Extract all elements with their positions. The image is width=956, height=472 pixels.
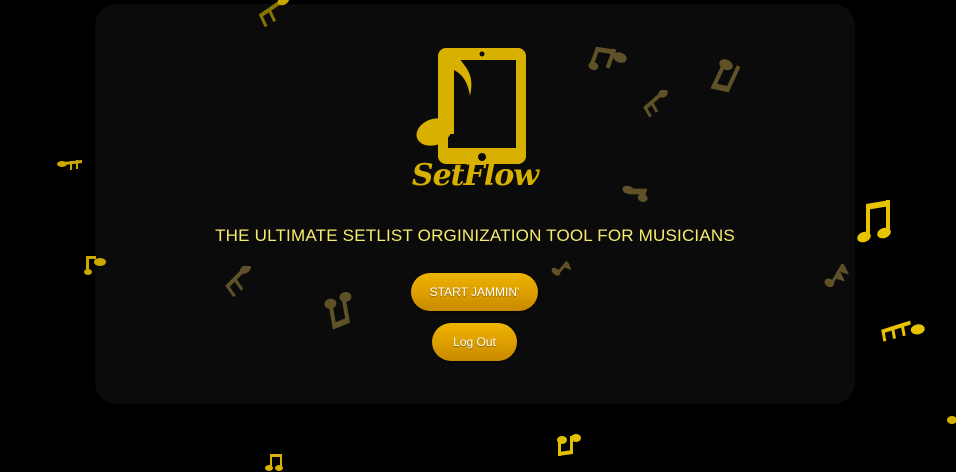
music-note-icon — [622, 185, 648, 203]
music-note-icon — [857, 200, 891, 243]
logout-button[interactable]: Log Out — [432, 323, 517, 361]
music-note-icon — [265, 454, 283, 471]
music-note-icon — [57, 160, 82, 170]
setflow-logo: SetFlow — [410, 44, 540, 196]
start-jammin-button[interactable]: START JAMMIN' — [411, 273, 538, 311]
music-note-icon — [881, 320, 925, 342]
music-note-icon — [84, 256, 106, 275]
music-note-icon — [258, 0, 290, 28]
music-note-icon — [324, 292, 352, 330]
music-note-icon — [824, 263, 850, 288]
music-note-icon — [557, 434, 581, 456]
music-note-icon — [225, 266, 251, 298]
brand-wordmark: SetFlow — [411, 158, 539, 193]
landing-screen: SetFlow THE ULTIMATE SETLIST ORGINIZATIO… — [0, 0, 956, 472]
music-note-icon — [551, 260, 572, 276]
music-note-icon — [588, 46, 627, 71]
tablet-music-note-icon — [416, 48, 526, 164]
tagline: THE ULTIMATE SETLIST ORGINIZATION TOOL F… — [215, 226, 735, 245]
music-note-icon — [947, 416, 956, 424]
music-note-icon — [643, 90, 668, 118]
music-note-icon — [710, 59, 741, 93]
